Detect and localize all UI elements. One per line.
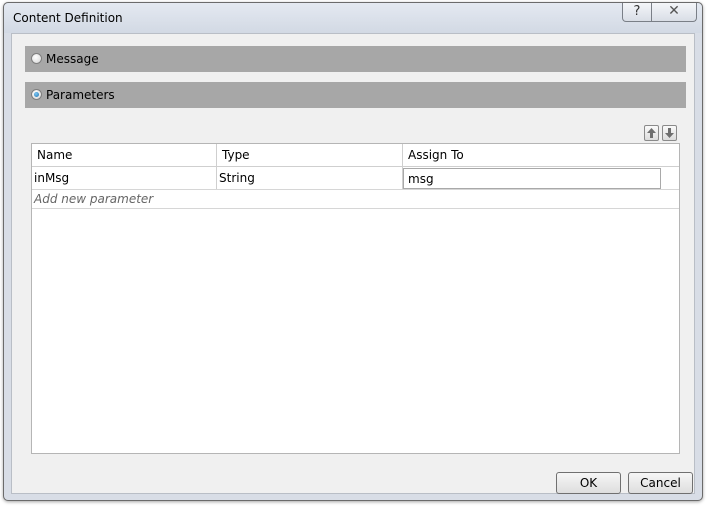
parameters-radio[interactable] bbox=[31, 89, 42, 100]
move-up-button[interactable] bbox=[644, 125, 659, 141]
arrow-up-icon bbox=[647, 128, 656, 138]
add-new-parameter-row[interactable]: Add new parameter bbox=[32, 190, 679, 209]
column-header-type[interactable]: Type bbox=[217, 144, 403, 167]
parameters-grid: Name Type Assign To inMsg String Add new… bbox=[31, 143, 680, 454]
parameters-section-header[interactable]: Parameters bbox=[25, 82, 686, 108]
close-button[interactable]: ✕ bbox=[651, 3, 697, 22]
parameters-label: Parameters bbox=[46, 88, 115, 102]
close-icon: ✕ bbox=[668, 3, 680, 19]
cancel-button[interactable]: Cancel bbox=[628, 472, 693, 494]
column-header-name[interactable]: Name bbox=[32, 144, 217, 167]
title-bar[interactable]: Content Definition ? ✕ bbox=[4, 3, 702, 33]
arrow-down-icon bbox=[665, 128, 674, 138]
help-button[interactable]: ? bbox=[622, 3, 652, 22]
move-down-button[interactable] bbox=[662, 125, 677, 141]
content-definition-dialog: Content Definition ? ✕ Message Parameter… bbox=[3, 2, 703, 501]
cell-type[interactable]: String bbox=[217, 167, 403, 189]
assign-to-input[interactable] bbox=[403, 168, 661, 189]
message-section-header[interactable]: Message bbox=[25, 46, 686, 72]
ok-button[interactable]: OK bbox=[556, 472, 621, 494]
cell-name[interactable]: inMsg bbox=[32, 167, 217, 189]
window-title: Content Definition bbox=[13, 11, 123, 25]
dialog-body: Message Parameters Name Type Assign To i… bbox=[11, 33, 695, 494]
message-label: Message bbox=[46, 52, 99, 66]
help-icon: ? bbox=[633, 4, 641, 19]
message-radio[interactable] bbox=[31, 53, 42, 64]
radio-selected-dot bbox=[34, 92, 39, 97]
column-header-assign-to[interactable]: Assign To bbox=[403, 144, 679, 167]
